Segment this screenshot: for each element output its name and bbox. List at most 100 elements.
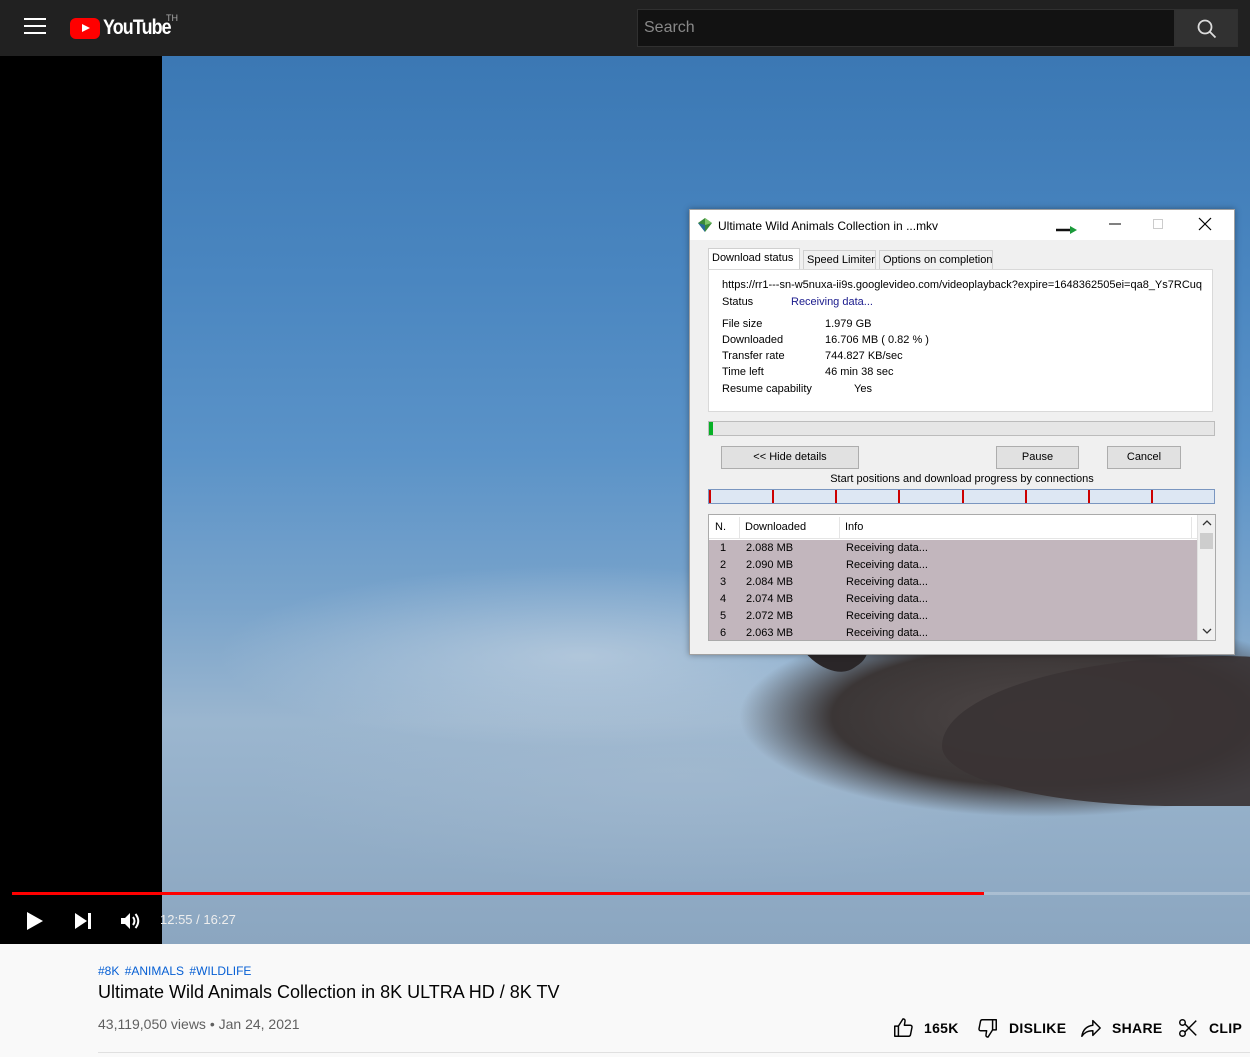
connection-downloaded: 2.084 MB (746, 576, 794, 588)
play-button[interactable] (26, 911, 44, 936)
menu-icon[interactable] (24, 18, 46, 38)
tab-speed-limiter[interactable]: Speed Limiter (803, 250, 876, 270)
share-icon (1081, 1019, 1101, 1037)
connection-progress-segment (835, 490, 837, 503)
play-icon (27, 912, 43, 930)
like-button[interactable]: 165K (892, 1015, 959, 1041)
seek-bar-played (12, 892, 984, 895)
tab-download-status[interactable]: Download status (708, 248, 800, 270)
video-title: Ultimate Wild Animals Collection in 8K U… (98, 982, 560, 1002)
transfer-rate-label: Transfer rate (722, 350, 785, 362)
list-item[interactable]: 2 2.090 MB Receiving data... (709, 557, 1197, 574)
status-label: Status (722, 296, 754, 308)
share-label: SHARE (1112, 1020, 1163, 1036)
list-scrollbar[interactable] (1197, 515, 1215, 640)
scissors-icon (1179, 1019, 1197, 1037)
connection-number: 4 (720, 593, 727, 605)
search-icon (1197, 19, 1217, 39)
share-button[interactable]: SHARE (1080, 1015, 1163, 1041)
pause-button[interactable]: Pause (996, 446, 1079, 469)
download-dialog: Ultimate Wild Animals Collection in ...m… (689, 209, 1235, 655)
list-item[interactable]: 4 2.074 MB Receiving data... (709, 591, 1197, 608)
scrollbar-thumb[interactable] (1200, 533, 1213, 549)
minimize-icon[interactable] (1108, 216, 1122, 232)
youtube-play-icon (70, 17, 100, 39)
resume-capability-value: Yes (854, 383, 872, 395)
hashtags: #8K #ANIMALS #WILDLIFE (98, 964, 253, 978)
downloaded-label: Downloaded (722, 334, 784, 346)
connection-progress-segment (709, 490, 711, 503)
connection-downloaded: 2.072 MB (746, 610, 794, 622)
seek-bar[interactable] (12, 892, 1250, 895)
connection-number: 3 (720, 576, 727, 588)
close-icon[interactable] (1198, 217, 1212, 231)
file-size-value: 1.979 GB (825, 318, 872, 330)
transfer-rate-value: 744.827 KB/sec (825, 350, 903, 362)
time-left-label: Time left (722, 366, 764, 378)
hashtag-animals[interactable]: #ANIMALS (125, 964, 184, 978)
scroll-up-icon[interactable] (1202, 519, 1212, 527)
connection-downloaded: 2.088 MB (746, 542, 794, 554)
connections-progress-bar (708, 489, 1215, 504)
logo-text: YouTube (103, 16, 172, 39)
dislike-button[interactable]: DISLIKE (977, 1015, 1066, 1041)
list-header: N. Downloaded Info (709, 515, 1197, 539)
tab-options-on-completion[interactable]: Options on completion (879, 250, 993, 270)
hide-details-button[interactable]: << Hide details (721, 446, 859, 469)
hashtag-wildlife[interactable]: #WILDLIFE (189, 964, 251, 978)
list-rows: 1 2.088 MB Receiving data... 2 2.090 MB Recei… (709, 540, 1197, 640)
download-status-panel: https://rr1---sn-w5nuxa-ii9s.googlevideo… (708, 269, 1213, 412)
masthead: YouTube TH (0, 0, 1250, 56)
clip-label: CLIP (1209, 1020, 1243, 1036)
list-item[interactable]: 1 2.088 MB Receiving data... (709, 540, 1197, 557)
cancel-button[interactable]: Cancel (1107, 446, 1181, 469)
column-header-downloaded[interactable]: Downloaded (745, 521, 806, 533)
connection-info: Receiving data... (846, 542, 928, 554)
download-manager-icon (698, 218, 712, 232)
hashtag-8k[interactable]: #8K (98, 964, 119, 978)
arrow-icon (1056, 226, 1077, 234)
elephant-seal-image (942, 656, 1250, 806)
clip-button[interactable]: CLIP (1177, 1015, 1242, 1041)
thumbs-up-icon (894, 1018, 913, 1037)
connection-progress-segment (1151, 490, 1153, 503)
list-item[interactable]: 5 2.072 MB Receiving data... (709, 608, 1197, 625)
scroll-down-icon[interactable] (1202, 627, 1212, 635)
divider (98, 1052, 1250, 1053)
connection-info: Receiving data... (846, 576, 928, 588)
connection-number: 5 (720, 610, 727, 622)
column-header-info[interactable]: Info (845, 521, 863, 533)
connections-caption: Start positions and download progress by… (830, 473, 1094, 485)
connection-number: 6 (720, 627, 727, 639)
search-button[interactable] (1175, 9, 1238, 47)
downloaded-value: 16.706 MB ( 0.82 % ) (825, 334, 929, 346)
next-button[interactable] (74, 912, 92, 935)
search-input[interactable] (638, 10, 1174, 46)
connection-downloaded: 2.063 MB (746, 627, 794, 639)
connection-number: 1 (720, 542, 727, 554)
connection-info: Receiving data... (846, 559, 928, 571)
resume-capability-label: Resume capability (722, 383, 812, 395)
connections-list: N. Downloaded Info 1 2.088 MB Receiving da… (708, 514, 1216, 641)
dislike-label: DISLIKE (1009, 1020, 1067, 1036)
video-meta: 43,119,050 views • Jan 24, 2021 (98, 1016, 300, 1032)
status-value: Receiving data... (791, 296, 873, 308)
volume-icon (121, 913, 140, 929)
volume-button[interactable] (120, 911, 142, 936)
list-item[interactable]: 6 2.063 MB Receiving data... (709, 625, 1197, 640)
connection-info: Receiving data... (846, 593, 928, 605)
connection-info: Receiving data... (846, 610, 928, 622)
time-display: 12:55 / 16:27 (160, 912, 236, 927)
connection-progress-segment (772, 490, 774, 503)
time-left-value: 46 min 38 sec (825, 366, 894, 378)
connection-progress-segment (1025, 490, 1027, 503)
dialog-titlebar[interactable]: Ultimate Wild Animals Collection in ...m… (690, 210, 1234, 240)
thumbs-down-icon (978, 1019, 997, 1038)
list-item[interactable]: 3 2.084 MB Receiving data... (709, 574, 1197, 591)
search-box (637, 9, 1175, 47)
maximize-icon[interactable] (1153, 219, 1163, 229)
column-header-n[interactable]: N. (715, 521, 726, 533)
connection-progress-segment (898, 490, 900, 503)
overall-progress-bar (708, 421, 1215, 436)
connection-progress-segment (962, 490, 964, 503)
